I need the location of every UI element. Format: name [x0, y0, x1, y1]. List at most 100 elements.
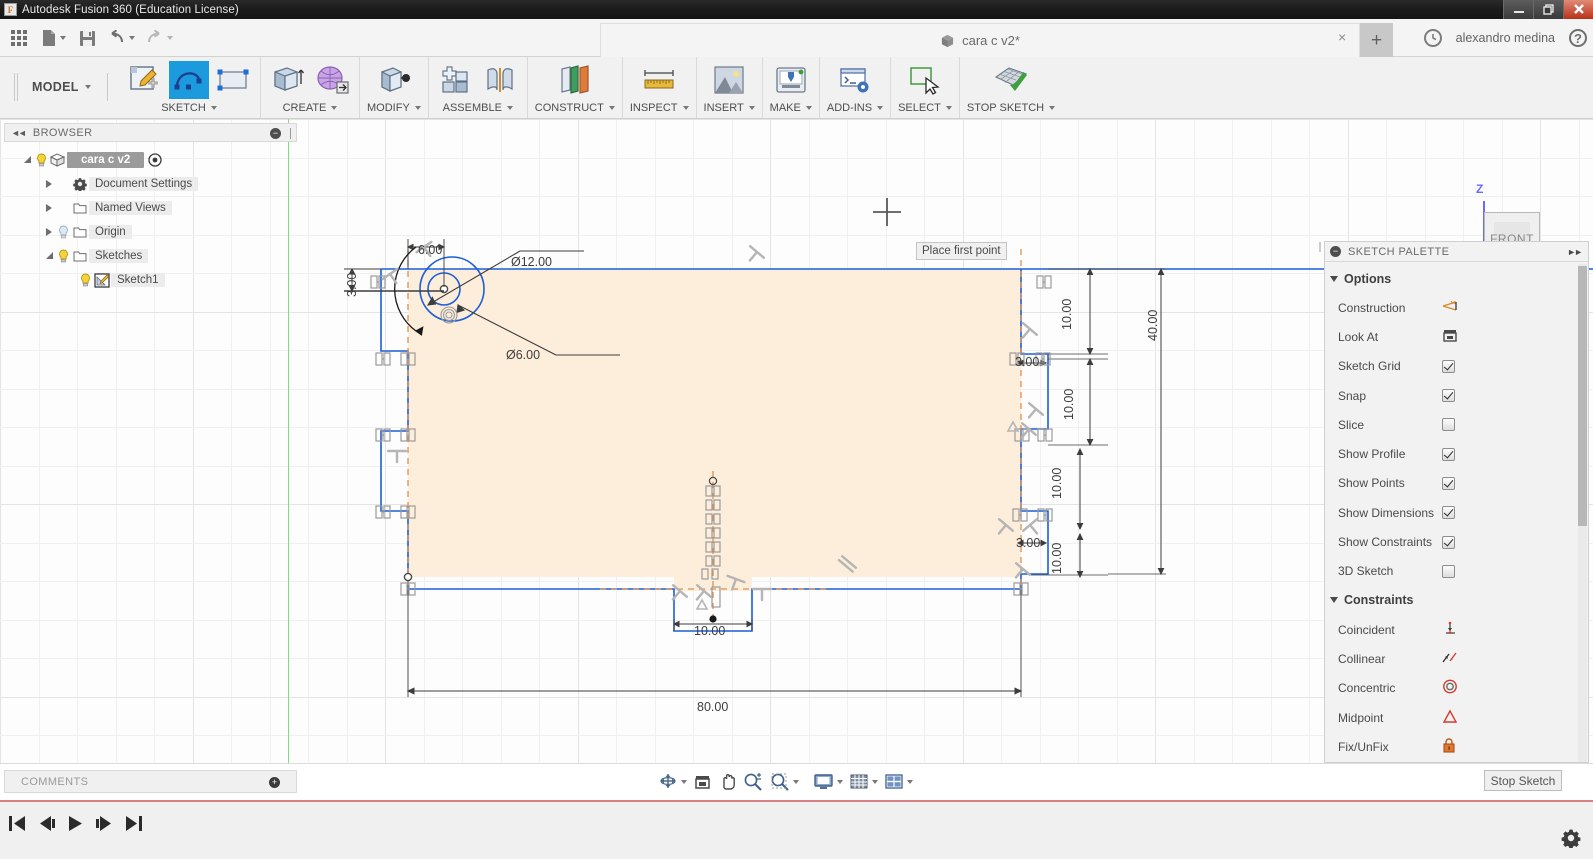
palette-row-show-points[interactable]: Show Points — [1330, 469, 1578, 498]
restore-icon[interactable] — [1533, 0, 1563, 19]
insert-image-icon[interactable] — [709, 61, 749, 99]
close-icon[interactable] — [1563, 0, 1593, 19]
dimension-dia-12-00[interactable]: Ø12.00 — [511, 255, 552, 269]
fit-icon[interactable] — [768, 770, 801, 793]
user-name-label[interactable]: alexandro medina — [1456, 31, 1555, 45]
palette-row-snap[interactable]: Snap — [1330, 381, 1578, 410]
minimize-icon[interactable] — [1503, 0, 1533, 19]
spline-icon[interactable] — [169, 60, 209, 99]
visibility-bulb-icon[interactable] — [56, 249, 70, 263]
play-icon[interactable] — [66, 814, 85, 833]
dimension-80-00[interactable]: 80.00 — [697, 700, 728, 714]
press-pull-icon[interactable] — [374, 61, 414, 99]
tree-expander[interactable] — [42, 251, 56, 260]
dimension-3-00-left[interactable]: 3.00 — [345, 273, 359, 297]
step-back-icon[interactable] — [37, 814, 56, 833]
offset-plane-icon[interactable] — [555, 61, 595, 99]
tree-expander[interactable] — [20, 155, 34, 164]
palette-row-3d-sketch[interactable]: 3D Sketch — [1330, 557, 1578, 586]
palette-row-concentric[interactable]: Concentric — [1330, 674, 1578, 703]
stop-sketch-icon[interactable] — [991, 61, 1031, 99]
new-tab-button[interactable]: + — [1360, 23, 1393, 57]
dimension-10-00-r3[interactable]: 10.00 — [1050, 468, 1064, 499]
expand-palette-icon[interactable]: ►► — [1567, 247, 1583, 257]
pan-icon[interactable] — [716, 770, 739, 793]
clock-icon[interactable] — [1423, 29, 1442, 47]
palette-row-show-dimensions[interactable]: Show Dimensions — [1330, 498, 1578, 527]
dimension-10-00-notch[interactable]: 10.00 — [694, 624, 725, 638]
palette-row-coincident[interactable]: Coincident — [1330, 615, 1578, 644]
create-sketch-icon[interactable] — [125, 61, 165, 99]
workspace-selector[interactable]: MODEL — [14, 57, 122, 117]
palette-grip[interactable] — [1319, 241, 1323, 252]
visibility-bulb-icon[interactable] — [56, 225, 70, 239]
checkbox-show-profile[interactable] — [1442, 447, 1455, 461]
dimension-3-00-r1[interactable]: 3.00 — [1015, 355, 1039, 369]
go-to-end-icon[interactable] — [124, 814, 143, 833]
tree-expander[interactable] — [42, 180, 56, 188]
collapse-left-icon[interactable]: ◄◄ — [11, 128, 27, 138]
look-at-icon[interactable] — [1442, 328, 1458, 346]
add-comment-icon[interactable]: + — [269, 777, 280, 788]
zoom-icon[interactable] — [741, 770, 766, 793]
3d-print-icon[interactable] — [771, 61, 811, 99]
new-component-icon[interactable] — [436, 61, 476, 99]
select-window-icon[interactable] — [905, 61, 945, 99]
component-target-icon[interactable] — [148, 153, 162, 167]
browser-item-sketches[interactable]: Sketches — [4, 244, 297, 268]
palette-row-sketch-grid[interactable]: Sketch Grid — [1330, 352, 1578, 381]
palette-row-construction[interactable]: Construction — [1330, 293, 1578, 322]
document-tab[interactable]: cara c v2* — [600, 23, 1360, 57]
look-at-icon[interactable] — [691, 770, 714, 793]
coincident-icon[interactable] — [1442, 621, 1458, 639]
palette-row-show-constraints[interactable]: Show Constraints — [1330, 527, 1578, 556]
midpoint-icon[interactable] — [1442, 709, 1458, 727]
checkbox-show-points[interactable] — [1442, 476, 1455, 490]
tree-expander[interactable] — [42, 228, 56, 236]
checkbox-show-constraints[interactable] — [1442, 535, 1455, 549]
app-grid-icon[interactable] — [4, 20, 34, 56]
browser-item-origin[interactable]: Origin — [4, 220, 297, 244]
dimension-3-00-r2[interactable]: 3.00 — [1016, 536, 1040, 550]
minimize-panel-icon[interactable]: − — [270, 128, 281, 139]
palette-row-show-profile[interactable]: Show Profile — [1330, 439, 1578, 468]
fix-unfix-icon[interactable] — [1442, 738, 1456, 756]
collinear-icon[interactable] — [1442, 650, 1458, 668]
step-forward-icon[interactable] — [95, 814, 114, 833]
extrude-icon[interactable] — [268, 61, 308, 99]
save-icon[interactable] — [72, 20, 102, 56]
palette-row-look-at[interactable]: Look At — [1330, 322, 1578, 351]
measure-icon[interactable] — [639, 61, 679, 99]
dimension-40-00[interactable]: 40.00 — [1146, 310, 1160, 341]
scripts-addins-icon[interactable] — [835, 61, 875, 99]
panel-grip[interactable] — [290, 128, 292, 139]
browser-item-document-settings[interactable]: Document Settings — [4, 172, 297, 196]
go-to-beginning-icon[interactable] — [8, 814, 27, 833]
palette-section-options[interactable]: Options — [1330, 264, 1578, 293]
construction-line-icon[interactable] — [1442, 299, 1458, 316]
browser-item-sketch1[interactable]: Sketch1 — [4, 268, 297, 292]
undo-icon[interactable] — [102, 20, 140, 56]
dimension-dia-6-00[interactable]: Ø6.00 — [506, 348, 540, 362]
redo-icon[interactable] — [140, 20, 178, 56]
dimension-10-00-r1[interactable]: 10.00 — [1060, 299, 1074, 330]
orbit-icon[interactable] — [656, 770, 689, 793]
checkbox-3d-sketch[interactable] — [1442, 564, 1455, 578]
palette-row-midpoint[interactable]: Midpoint — [1330, 703, 1578, 732]
dimension-10-00-r4[interactable]: 10.00 — [1050, 543, 1064, 574]
create-form-icon[interactable] — [312, 61, 352, 99]
checkbox-snap[interactable] — [1442, 389, 1455, 403]
tree-expander[interactable] — [42, 204, 56, 212]
dimension-10-00-r2[interactable]: 10.00 — [1062, 389, 1076, 420]
joint-icon[interactable] — [480, 61, 520, 99]
palette-section-constraints[interactable]: Constraints — [1330, 586, 1578, 615]
palette-row-slice[interactable]: Slice — [1330, 410, 1578, 439]
grid-snaps-icon[interactable] — [847, 770, 880, 793]
gear-icon[interactable] — [1561, 828, 1581, 851]
palette-row-collinear[interactable]: Collinear — [1330, 644, 1578, 673]
display-settings-icon[interactable] — [811, 770, 845, 793]
palette-row-fix/unfix[interactable]: Fix/UnFix — [1330, 732, 1578, 761]
new-document-icon[interactable] — [34, 20, 72, 56]
minimize-palette-icon[interactable]: − — [1330, 246, 1341, 257]
concentric-icon[interactable] — [1442, 679, 1458, 697]
